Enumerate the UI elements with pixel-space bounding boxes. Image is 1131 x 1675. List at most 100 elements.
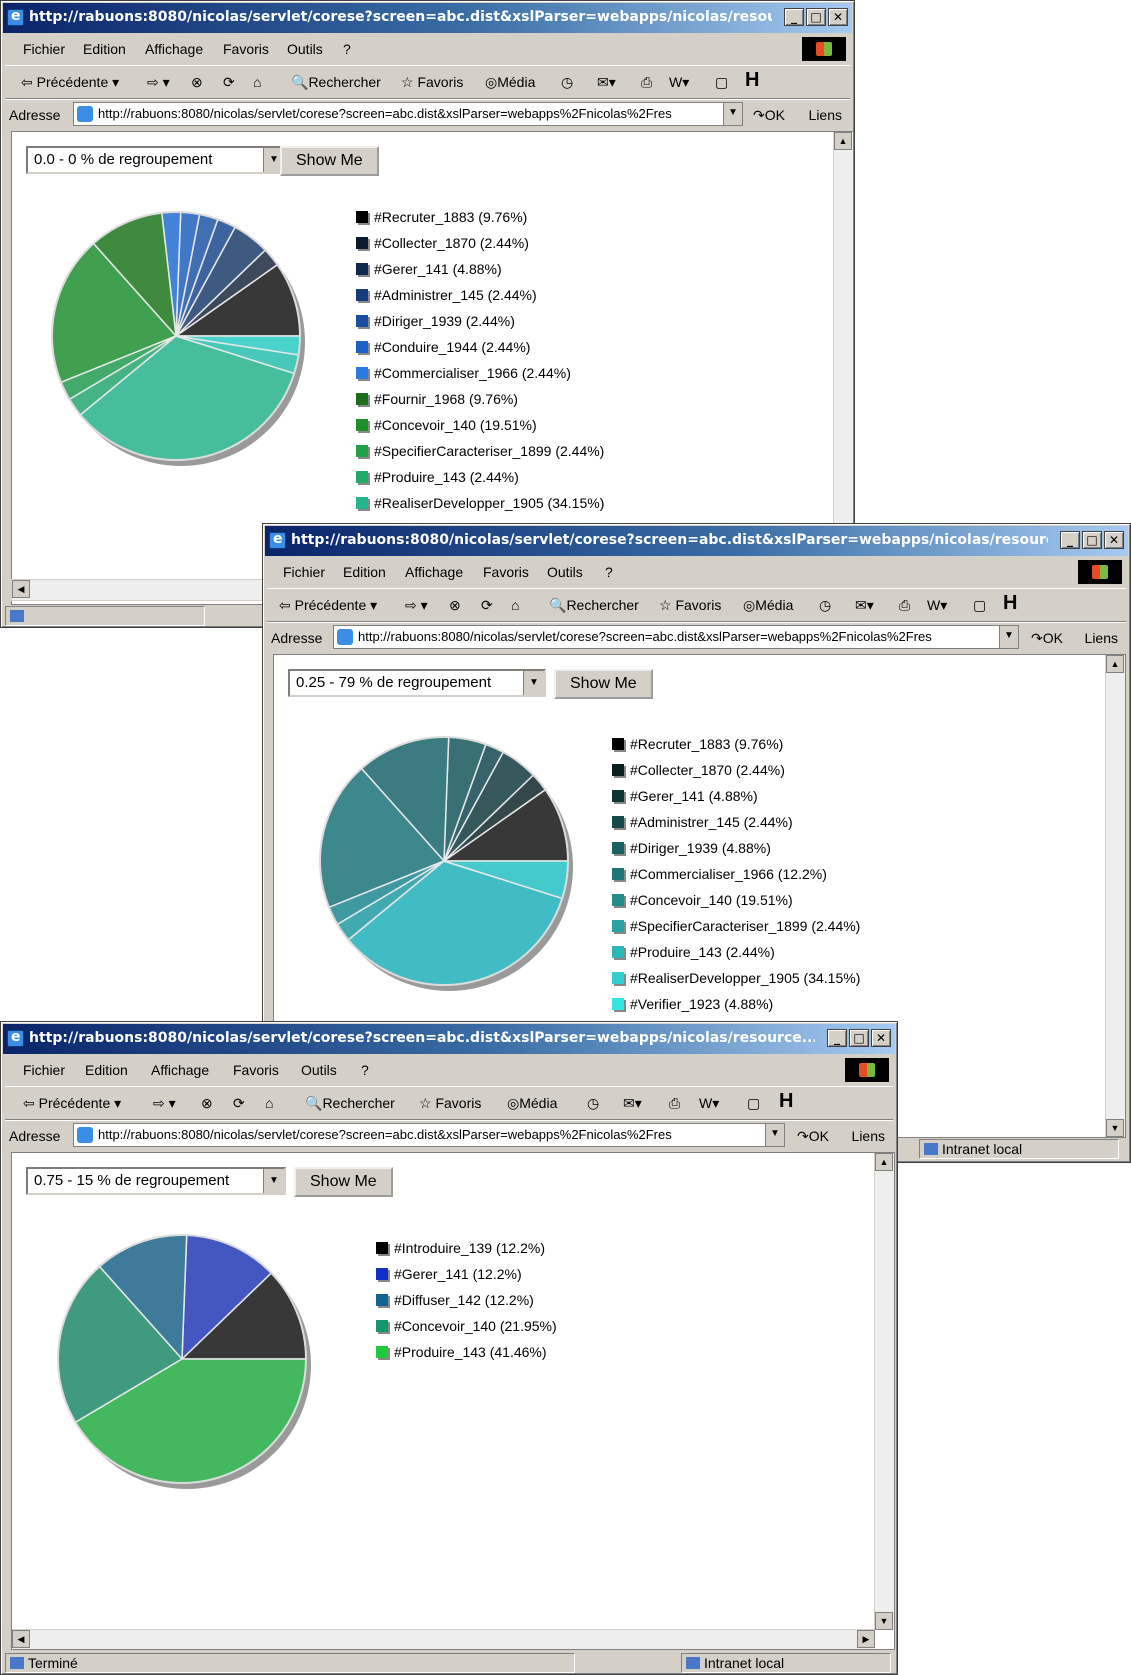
menu-affichage[interactable]: Affichage — [151, 1062, 209, 1078]
vertical-scrollbar[interactable]: ▲ ▼ — [1105, 655, 1125, 1137]
print-icon[interactable]: ⎙ — [899, 597, 910, 614]
refresh-icon[interactable]: ⟳ — [481, 597, 493, 614]
h-icon[interactable]: H — [779, 1090, 793, 1113]
stop-icon[interactable]: ⊗ — [201, 1095, 213, 1112]
scroll-left-icon[interactable]: ◀ — [12, 580, 30, 598]
show-me-button[interactable]: Show Me — [294, 1167, 393, 1197]
menu-help[interactable]: ? — [605, 564, 613, 580]
scroll-up-icon[interactable]: ▲ — [834, 132, 852, 150]
address-dropdown-button[interactable]: ▼ — [999, 626, 1018, 648]
h-icon[interactable]: H — [1003, 592, 1017, 615]
links-button[interactable]: Liens — [809, 107, 842, 123]
mail-icon[interactable]: ✉▾ — [597, 74, 616, 91]
stop-icon[interactable]: ⊗ — [191, 74, 203, 91]
back-button[interactable]: ⇦ Précédente ▾ — [23, 1095, 121, 1112]
discuss-icon[interactable]: ▢ — [973, 597, 986, 614]
maximize-button[interactable]: □ — [806, 8, 826, 26]
address-dropdown-button[interactable]: ▼ — [765, 1124, 784, 1146]
chevron-down-icon[interactable]: ▼ — [523, 671, 544, 695]
home-icon[interactable]: ⌂ — [253, 74, 261, 90]
discuss-icon[interactable]: ▢ — [747, 1095, 760, 1112]
discuss-icon[interactable]: ▢ — [715, 74, 728, 91]
forward-button[interactable]: ⇨ ▾ — [405, 597, 428, 614]
scroll-left-icon[interactable]: ◀ — [12, 1630, 30, 1648]
menu-favoris[interactable]: Favoris — [233, 1062, 279, 1078]
forward-button[interactable]: ⇨ ▾ — [147, 74, 170, 91]
mail-icon[interactable]: ✉▾ — [855, 597, 874, 614]
close-button[interactable]: ✕ — [871, 1029, 891, 1047]
search-button[interactable]: 🔍Rechercher — [291, 74, 381, 91]
menu-outils[interactable]: Outils — [287, 41, 323, 57]
grouping-select[interactable]: 0.25 - 79 % de regroupement ▼ — [288, 669, 546, 697]
menu-outils[interactable]: Outils — [301, 1062, 337, 1078]
edit-icon[interactable]: W▾ — [669, 74, 689, 91]
media-button[interactable]: ◎Média — [507, 1095, 557, 1112]
maximize-button[interactable]: □ — [849, 1029, 869, 1047]
horizontal-scrollbar[interactable]: ◀ ▶ — [12, 1629, 875, 1649]
go-button[interactable]: ↷OK — [753, 107, 785, 124]
favorites-button[interactable]: ☆ Favoris — [419, 1095, 481, 1112]
grouping-select[interactable]: 0.0 - 0 % de regroupement ▼ — [26, 146, 286, 174]
menu-edition[interactable]: Edition — [83, 41, 126, 57]
menu-affichage[interactable]: Affichage — [405, 564, 463, 580]
scroll-up-icon[interactable]: ▲ — [1106, 655, 1124, 673]
maximize-button[interactable]: □ — [1082, 531, 1102, 549]
menu-fichier[interactable]: Fichier — [283, 564, 325, 580]
address-dropdown-button[interactable]: ▼ — [723, 103, 742, 125]
go-button[interactable]: ↷OK — [797, 1128, 829, 1145]
search-button[interactable]: 🔍Rechercher — [549, 597, 639, 614]
edit-icon[interactable]: W▾ — [927, 597, 947, 614]
stop-icon[interactable]: ⊗ — [449, 597, 461, 614]
minimize-button[interactable]: _ — [1060, 531, 1080, 549]
home-icon[interactable]: ⌂ — [265, 1095, 273, 1111]
show-me-button[interactable]: Show Me — [554, 669, 653, 699]
menu-edition[interactable]: Edition — [85, 1062, 128, 1078]
links-button[interactable]: Liens — [852, 1128, 885, 1144]
title-bar[interactable]: http://rabuons:8080/nicolas/servlet/core… — [265, 526, 1128, 556]
favorites-button[interactable]: ☆ Favoris — [659, 597, 721, 614]
menu-favoris[interactable]: Favoris — [223, 41, 269, 57]
back-button[interactable]: ⇦ Précédente ▾ — [279, 597, 377, 614]
minimize-button[interactable]: _ — [784, 8, 804, 26]
mail-icon[interactable]: ✉▾ — [623, 1095, 642, 1112]
scroll-up-icon[interactable]: ▲ — [875, 1153, 893, 1171]
back-button[interactable]: ⇦ Précédente ▾ — [21, 74, 119, 91]
menu-fichier[interactable]: Fichier — [23, 1062, 65, 1078]
media-button[interactable]: ◎Média — [485, 74, 535, 91]
menu-fichier[interactable]: Fichier — [23, 41, 65, 57]
close-button[interactable]: ✕ — [1104, 531, 1124, 549]
home-icon[interactable]: ⌂ — [511, 597, 519, 613]
address-input[interactable]: http://rabuons:8080/nicolas/servlet/core… — [73, 1123, 785, 1147]
print-icon[interactable]: ⎙ — [641, 74, 652, 91]
menu-help[interactable]: ? — [343, 41, 351, 57]
minimize-button[interactable]: _ — [827, 1029, 847, 1047]
show-me-button[interactable]: Show Me — [280, 146, 379, 176]
media-button[interactable]: ◎Média — [743, 597, 793, 614]
chevron-down-icon[interactable]: ▼ — [263, 1169, 284, 1193]
forward-button[interactable]: ⇨ ▾ — [153, 1095, 176, 1112]
scroll-down-icon[interactable]: ▼ — [875, 1612, 893, 1630]
refresh-icon[interactable]: ⟳ — [233, 1095, 245, 1112]
go-button[interactable]: ↷OK — [1031, 630, 1063, 647]
links-button[interactable]: Liens — [1085, 630, 1118, 646]
vertical-scrollbar[interactable]: ▲ ▼ — [874, 1153, 894, 1630]
menu-edition[interactable]: Edition — [343, 564, 386, 580]
print-icon[interactable]: ⎙ — [669, 1095, 680, 1112]
horizontal-scrollbar[interactable]: ◀ — [11, 579, 263, 601]
title-bar[interactable]: http://rabuons:8080/nicolas/servlet/core… — [3, 3, 852, 33]
title-bar[interactable]: http://rabuons:8080/nicolas/servlet/core… — [3, 1024, 895, 1054]
menu-favoris[interactable]: Favoris — [483, 564, 529, 580]
search-button[interactable]: 🔍Rechercher — [305, 1095, 395, 1112]
menu-outils[interactable]: Outils — [547, 564, 583, 580]
scroll-right-icon[interactable]: ▶ — [857, 1630, 875, 1648]
favorites-button[interactable]: ☆ Favoris — [401, 74, 463, 91]
scroll-down-icon[interactable]: ▼ — [1106, 1119, 1124, 1137]
history-icon[interactable]: ◷ — [819, 597, 831, 614]
grouping-select[interactable]: 0.75 - 15 % de regroupement ▼ — [26, 1167, 286, 1195]
h-icon[interactable]: H — [745, 69, 759, 92]
refresh-icon[interactable]: ⟳ — [223, 74, 235, 91]
address-input[interactable]: http://rabuons:8080/nicolas/servlet/core… — [333, 625, 1019, 649]
menu-help[interactable]: ? — [361, 1062, 369, 1078]
edit-icon[interactable]: W▾ — [699, 1095, 719, 1112]
menu-affichage[interactable]: Affichage — [145, 41, 203, 57]
